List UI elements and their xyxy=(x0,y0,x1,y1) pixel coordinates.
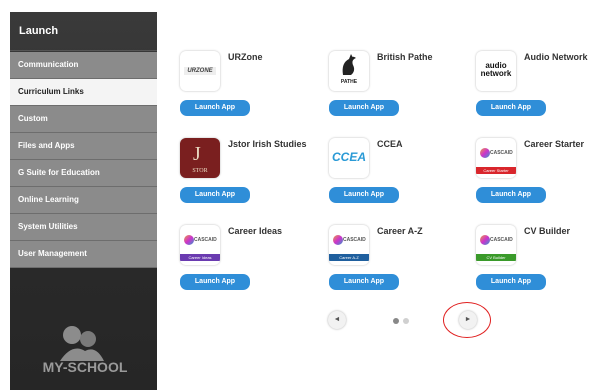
logo-text: MY-SCHOOL xyxy=(42,359,128,375)
launch-app-button[interactable]: Launch App xyxy=(476,100,546,116)
launch-app-button[interactable]: Launch App xyxy=(180,100,250,116)
sidebar-item-curriculum-links[interactable]: Curriculum Links xyxy=(10,79,157,106)
sidebar-item-online-learning[interactable]: Online Learning xyxy=(10,187,157,214)
jstor-logo-icon[interactable]: J STOR xyxy=(180,138,220,178)
app-name: Career Ideas xyxy=(228,226,283,236)
app-name: CV Builder xyxy=(524,226,571,236)
red-highlight-circle xyxy=(443,302,491,338)
app-card-career-ideas: CASCAID Career Ideas Career Ideas Launch… xyxy=(180,225,320,295)
british-pathe-rooster-icon[interactable]: PATHE xyxy=(329,51,369,91)
launch-app-button[interactable]: Launch App xyxy=(180,187,250,203)
cascaid-logo-icon[interactable]: CASCAID Career Ideas xyxy=(180,225,220,265)
app-card-career-a-z: CASCAID Career A-Z Career A-Z Launch App xyxy=(329,225,469,295)
tile-ribbon: Career Ideas xyxy=(180,254,220,261)
sidebar: Launch Communication Curriculum Links Cu… xyxy=(10,12,157,390)
app-card-british-pathe: PATHE British Pathe Launch App xyxy=(329,51,469,121)
app-grid: URZONE URZone Launch App PATHE British P… xyxy=(157,12,600,392)
app-name: CCEA xyxy=(377,139,403,149)
page-dot-active[interactable] xyxy=(393,318,399,324)
app-name: URZone xyxy=(228,52,263,62)
tile-ribbon: CV Builder xyxy=(476,254,516,261)
app-card-cv-builder: CASCAID CV Builder CV Builder Launch App xyxy=(476,225,600,295)
app-name: Audio Network xyxy=(524,52,588,62)
cascaid-logo-icon[interactable]: CASCAID Career Starter xyxy=(476,138,516,178)
launch-app-button[interactable]: Launch App xyxy=(180,274,250,290)
my-school-logo: MY-SCHOOL xyxy=(30,317,140,382)
ccea-logo-icon[interactable]: CCEA xyxy=(329,138,369,178)
tile-ribbon: Career A-Z xyxy=(329,254,369,261)
logo-figure-icon xyxy=(60,326,104,361)
sidebar-item-user-management[interactable]: User Management xyxy=(10,241,157,268)
page-dot[interactable] xyxy=(403,318,409,324)
sidebar-item-system-utilities[interactable]: System Utilities xyxy=(10,214,157,241)
sidebar-nav: Communication Curriculum Links Custom Fi… xyxy=(10,52,157,268)
sidebar-title: Launch xyxy=(10,12,157,51)
app-card-jstor: J STOR Jstor Irish Studies Launch App xyxy=(180,138,320,208)
launch-app-button[interactable]: Launch App xyxy=(329,100,399,116)
app-card-career-starter: CASCAID Career Starter Career Starter La… xyxy=(476,138,600,208)
launch-app-button[interactable]: Launch App xyxy=(476,274,546,290)
cascaid-logo-icon[interactable]: CASCAID Career A-Z xyxy=(329,225,369,265)
sidebar-item-communication[interactable]: Communication xyxy=(10,52,157,79)
launch-app-button[interactable]: Launch App xyxy=(476,187,546,203)
cascaid-logo-icon[interactable]: CASCAID CV Builder xyxy=(476,225,516,265)
app-card-urzone: URZONE URZone Launch App xyxy=(180,51,320,121)
tile-ribbon: Career Starter xyxy=(476,167,516,174)
launch-app-button[interactable]: Launch App xyxy=(329,187,399,203)
app-card-ccea: CCEA CCEA Launch App xyxy=(329,138,469,208)
app-name: Career A-Z xyxy=(377,226,423,236)
urzone-logo-icon[interactable]: URZONE xyxy=(180,51,220,91)
launch-app-button[interactable]: Launch App xyxy=(329,274,399,290)
sidebar-item-g-suite[interactable]: G Suite for Education xyxy=(10,160,157,187)
app-name: Career Starter xyxy=(524,139,585,149)
audio-network-logo-icon[interactable]: audio network xyxy=(476,51,516,91)
app-name: British Pathe xyxy=(377,52,433,62)
sidebar-item-custom[interactable]: Custom xyxy=(10,106,157,133)
arrow-left-icon: ◄ xyxy=(333,316,341,323)
app-name: Jstor Irish Studies xyxy=(228,139,307,149)
previous-page-button[interactable]: ◄ xyxy=(328,311,346,329)
app-card-audio-network: audio network Audio Network Launch App xyxy=(476,51,600,121)
sidebar-item-files-and-apps[interactable]: Files and Apps xyxy=(10,133,157,160)
